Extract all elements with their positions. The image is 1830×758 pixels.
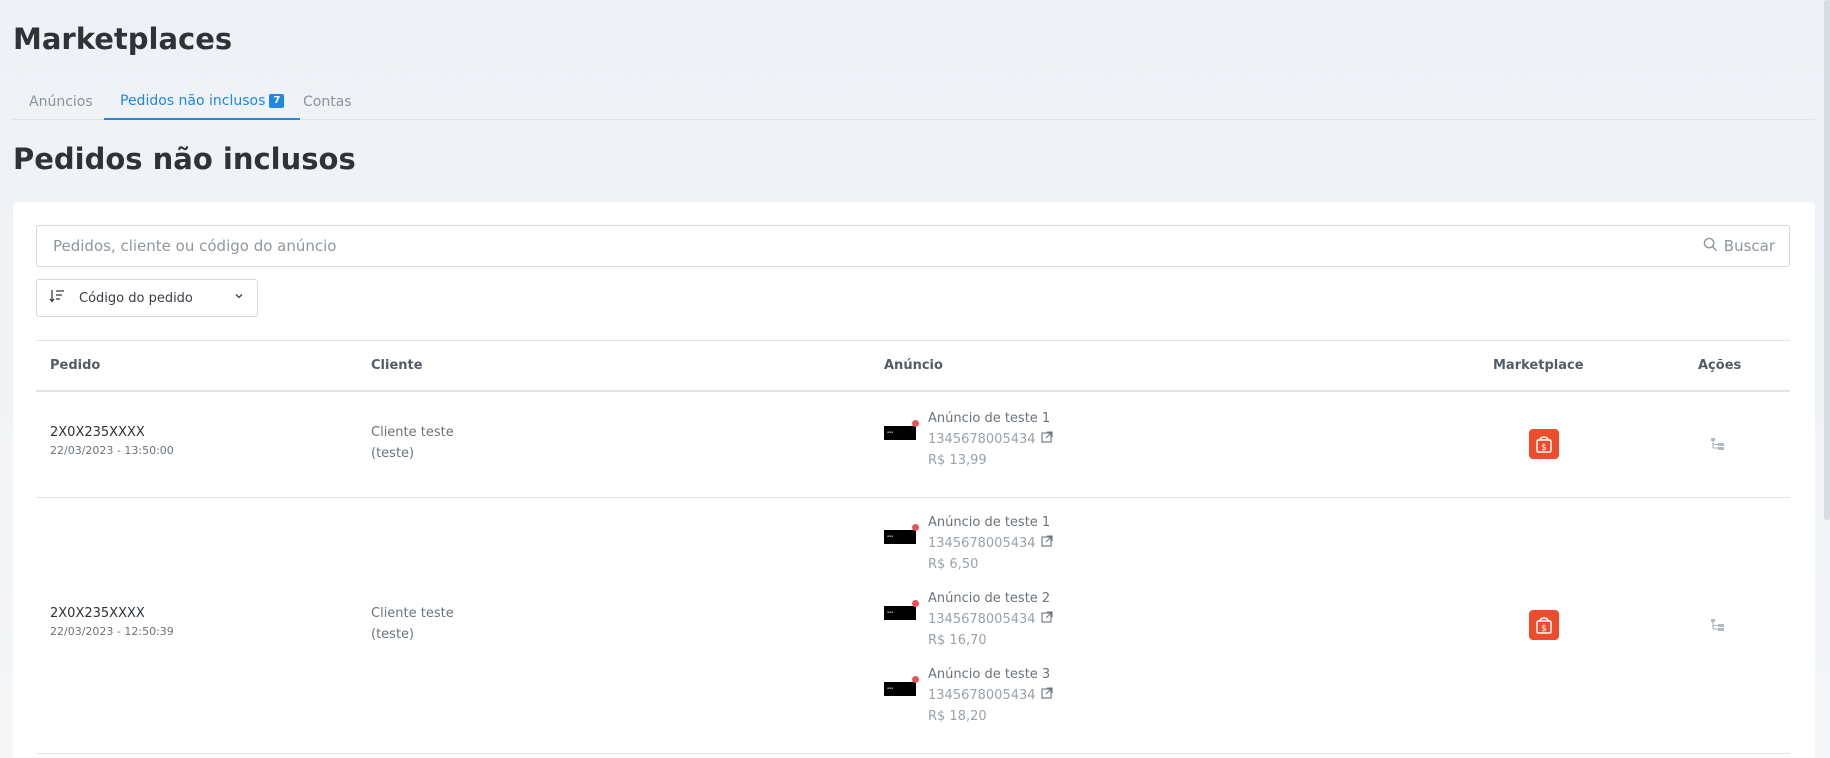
ad-code-link[interactable]: 1345678005434 — [928, 533, 1178, 554]
ad-code: 1345678005434 — [928, 688, 1036, 703]
status-dot — [912, 420, 919, 427]
client-detail: (teste) — [371, 627, 415, 642]
header-acoes: Ações — [1698, 358, 1742, 373]
ad-info: Anúncio de teste 1 1345678005434 R$ 6,50 — [928, 512, 1178, 575]
orders-table: Pedido Cliente Anúncio Marketplace Ações… — [36, 340, 1790, 754]
ad-price: R$ 18,20 — [928, 709, 987, 724]
ad-price: R$ 13,99 — [928, 453, 987, 468]
search-button[interactable]: Buscar — [1703, 226, 1775, 266]
ad-name: Anúncio de teste 3 — [928, 667, 1051, 682]
hierarchy-icon[interactable] — [1710, 617, 1726, 636]
shopee-bag-icon: $ — [1529, 610, 1559, 640]
ad-price: R$ 16,70 — [928, 633, 987, 648]
external-link-icon[interactable] — [1040, 429, 1053, 450]
table-row: 2X0X235XXXX 22/03/2023 - 12:50:39 Client… — [36, 498, 1790, 754]
header-cliente: Cliente — [371, 358, 423, 373]
ad-price: R$ 6,50 — [928, 557, 979, 572]
svg-text:$: $ — [1541, 443, 1547, 453]
client-detail: (teste) — [371, 446, 415, 461]
table-row: 2X0X235XXXX 22/03/2023 - 13:50:00 Client… — [36, 392, 1790, 498]
client-cell: Cliente teste (teste) — [371, 422, 454, 464]
search-button-label: Buscar — [1723, 237, 1775, 255]
page: Marketplaces Anúncios Pedidos não inclus… — [0, 0, 1830, 758]
external-link-icon[interactable] — [1040, 533, 1053, 554]
hierarchy-icon[interactable] — [1710, 436, 1726, 455]
status-dot — [912, 600, 919, 607]
ad-info: Anúncio de teste 3 1345678005434 R$ 18,2… — [928, 664, 1178, 727]
search-input[interactable] — [37, 226, 1677, 266]
tab-count-badge: 7 — [269, 94, 285, 108]
status-dot — [912, 676, 919, 683]
ad-code-link[interactable]: 1345678005434 — [928, 429, 1178, 450]
tab-contas[interactable]: Contas — [287, 84, 368, 120]
ad-thumbnail: ▪▪▪ — [884, 524, 919, 544]
ad-code-link[interactable]: 1345678005434 — [928, 685, 1178, 706]
client-name: Cliente teste — [371, 606, 454, 621]
status-dot — [912, 524, 919, 531]
client-name: Cliente teste — [371, 425, 454, 440]
sort-icon — [49, 289, 65, 307]
tab-label: Pedidos não inclusos — [120, 93, 266, 109]
sort-dropdown[interactable]: Código do pedido — [36, 279, 258, 317]
ad-info: Anúncio de teste 1 1345678005434 R$ 13,9… — [928, 408, 1178, 471]
ad-info: Anúncio de teste 2 1345678005434 R$ 16,7… — [928, 588, 1178, 651]
page-title: Marketplaces — [13, 22, 233, 56]
tab-label: Anúncios — [29, 94, 93, 110]
header-pedido: Pedido — [50, 358, 101, 373]
ad-code: 1345678005434 — [928, 536, 1036, 551]
tab-anuncios[interactable]: Anúncios — [13, 84, 109, 120]
order-cell: 2X0X235XXXX 22/03/2023 - 13:50:00 — [50, 425, 174, 457]
ad-code-link[interactable]: 1345678005434 — [928, 609, 1178, 630]
tab-label: Contas — [303, 94, 352, 110]
section-title: Pedidos não inclusos — [13, 142, 356, 176]
tab-bar: Anúncios Pedidos não inclusos 7 Contas — [13, 84, 1815, 120]
order-code: 2X0X235XXXX — [50, 425, 145, 440]
page-scrollbar[interactable] — [1824, 0, 1830, 520]
ad-thumbnail: ▪▪▪ — [884, 600, 919, 620]
ad-name: Anúncio de teste 1 — [928, 515, 1051, 530]
shopee-bag-icon: $ — [1529, 429, 1559, 459]
ad-thumbnail: ▪▪▪ — [884, 420, 919, 440]
sort-label: Código do pedido — [79, 290, 193, 306]
order-date: 22/03/2023 - 12:50:39 — [50, 625, 174, 638]
order-code: 2X0X235XXXX — [50, 606, 145, 621]
header-marketplace: Marketplace — [1493, 358, 1584, 373]
svg-text:$: $ — [1541, 624, 1547, 634]
ad-name: Anúncio de teste 1 — [928, 411, 1051, 426]
external-link-icon[interactable] — [1040, 609, 1053, 630]
header-anuncio: Anúncio — [884, 358, 943, 373]
ad-name: Anúncio de teste 2 — [928, 591, 1051, 606]
search-bar: Buscar — [36, 225, 1790, 267]
external-link-icon[interactable] — [1040, 685, 1053, 706]
order-date: 22/03/2023 - 13:50:00 — [50, 444, 174, 457]
order-cell: 2X0X235XXXX 22/03/2023 - 12:50:39 — [50, 606, 174, 638]
orders-card: Buscar Código do pedido — [13, 202, 1815, 758]
tab-pedidos-nao-inclusos[interactable]: Pedidos não inclusos 7 — [104, 84, 301, 120]
ad-code: 1345678005434 — [928, 612, 1036, 627]
ad-thumbnail: ▪▪▪ — [884, 676, 919, 696]
chevron-down-icon — [233, 290, 245, 306]
search-icon — [1703, 237, 1718, 256]
client-cell: Cliente teste (teste) — [371, 603, 454, 645]
table-header: Pedido Cliente Anúncio Marketplace Ações — [36, 340, 1790, 392]
ad-code: 1345678005434 — [928, 432, 1036, 447]
